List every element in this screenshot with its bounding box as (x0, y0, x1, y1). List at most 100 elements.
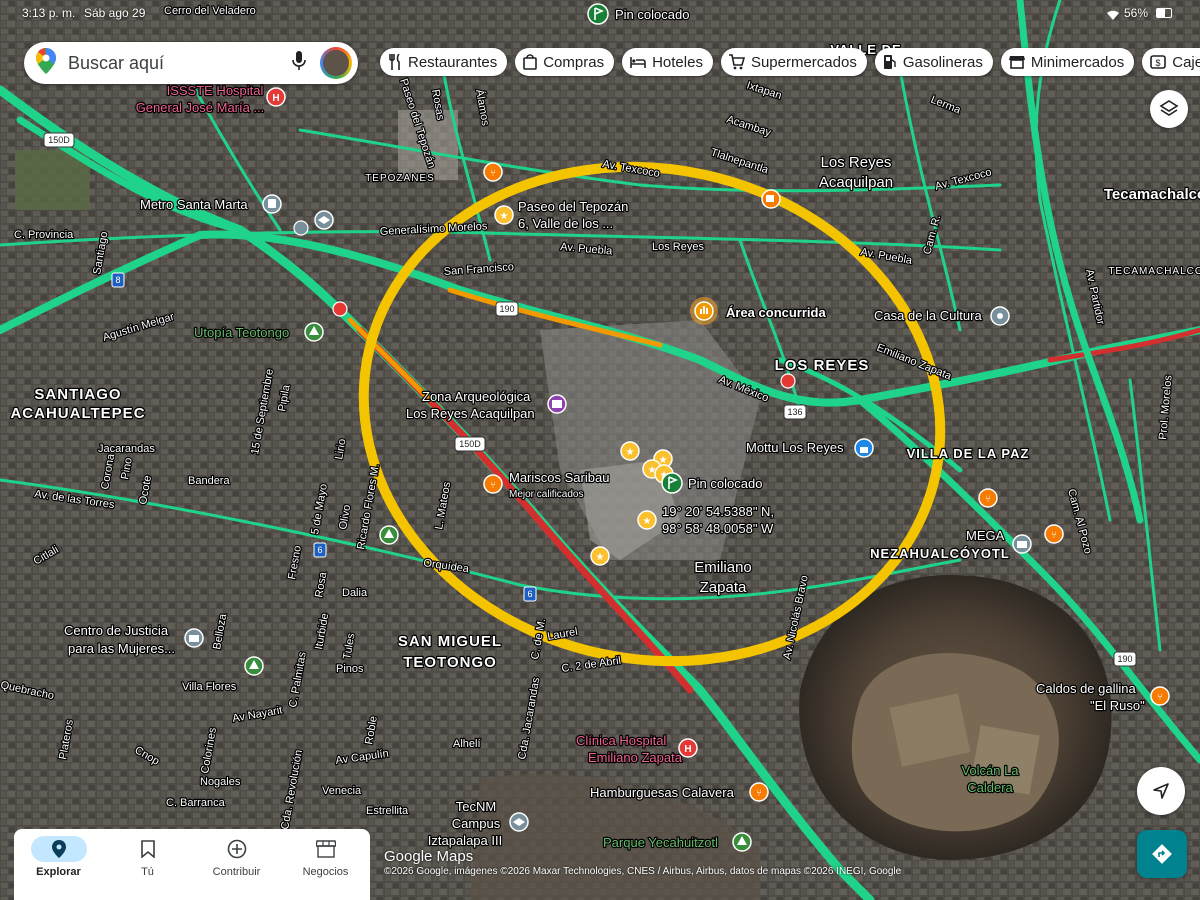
pin-flag-icon[interactable] (661, 472, 683, 494)
cart-icon (728, 54, 745, 70)
nav-explorar[interactable]: Explorar (14, 829, 103, 900)
svg-text:Parque Yecahuitzotl: Parque Yecahuitzotl (603, 835, 718, 850)
google-maps-logo: Google Maps (384, 848, 474, 865)
chip-minimercados[interactable]: Minimercados (1000, 48, 1135, 76)
landmark-icon[interactable] (990, 306, 1010, 326)
svg-text:Bandera: Bandera (188, 475, 230, 487)
google-maps-pin-icon (36, 47, 56, 79)
restaurant-icon[interactable]: ⑂ (978, 488, 998, 508)
busy-area-icon[interactable] (690, 297, 718, 325)
copyright-text: ©2026 Google, imágenes ©2026 Maxar Techn… (384, 866, 902, 877)
svg-text:C. Barranca: C. Barranca (166, 797, 226, 809)
restaurant-icon[interactable]: ⑂ (483, 474, 503, 494)
directions-button[interactable] (1137, 830, 1187, 878)
svg-text:TecNM: TecNM (456, 799, 496, 814)
star-icon[interactable]: ★ (590, 546, 610, 566)
label-acahualtepec: ACAHUALTEPEC (10, 405, 145, 422)
train-icon[interactable] (293, 220, 309, 236)
chip-restaurantes[interactable]: Restaurantes (380, 48, 508, 76)
label-san-miguel: SAN MIGUEL (398, 633, 502, 650)
chip-hoteles[interactable]: Hoteles (622, 48, 713, 76)
svg-text:Emiliano Zapata: Emiliano Zapata (588, 750, 683, 765)
nav-tu[interactable]: Tú (103, 829, 192, 900)
nav-contribuir[interactable]: Contribuir (192, 829, 281, 900)
svg-text:para las Mujeres...: para las Mujeres... (68, 641, 175, 656)
svg-text:★: ★ (626, 447, 635, 458)
svg-text:150D: 150D (48, 135, 70, 145)
svg-text:190: 190 (1117, 654, 1132, 664)
search-input[interactable]: Buscar aquí (68, 53, 292, 74)
star-icon[interactable]: ★ (637, 510, 657, 530)
svg-text:190: 190 (499, 304, 514, 314)
park-icon[interactable] (732, 832, 752, 852)
svg-text:Volcán La: Volcán La (961, 763, 1019, 778)
nav-negocios[interactable]: Negocios (281, 829, 370, 900)
satellite-map[interactable]: 150D 150D 190 190 136 8 6 6 SANTIAGO ACA… (0, 0, 1200, 900)
svg-text:★: ★ (500, 211, 509, 222)
star-icon[interactable]: ★ (620, 441, 640, 461)
shield-190: 190 (495, 301, 519, 317)
svg-text:6, Valle de los ...: 6, Valle de los ... (518, 216, 613, 231)
status-date: Sáb ago 29 (84, 6, 146, 20)
star-icon[interactable]: ★ (494, 205, 514, 225)
chip-supermercados[interactable]: Supermercados (720, 48, 867, 76)
school-icon[interactable] (509, 812, 529, 832)
shield-190-b: 190 (1113, 651, 1137, 667)
pin-flag-icon[interactable] (587, 3, 609, 25)
park-icon[interactable] (304, 322, 324, 342)
bed-icon (630, 57, 646, 68)
park-icon[interactable] (244, 656, 264, 676)
restaurant-icon[interactable]: ⑂ (1150, 686, 1170, 706)
svg-text:"El Ruso": "El Ruso" (1090, 698, 1145, 713)
label-zapata: Zapata (700, 579, 747, 596)
shield-6: 6 (313, 542, 327, 558)
svg-text:H: H (272, 93, 279, 104)
my-location-button[interactable] (1137, 767, 1185, 815)
metro-icon[interactable] (262, 194, 282, 214)
svg-text:Clínica Hospital: Clínica Hospital (576, 733, 666, 748)
hospital-icon[interactable]: H (266, 87, 286, 107)
avatar[interactable] (320, 47, 352, 79)
restaurant-icon[interactable]: ⑂ (483, 162, 503, 182)
shopping-bag-icon (523, 54, 538, 70)
museum-icon[interactable] (547, 394, 567, 414)
train-icon[interactable] (332, 301, 348, 317)
label-tecamachalco: Tecamachalco (1104, 186, 1200, 203)
restaurant-icon[interactable]: ⑂ (1044, 524, 1064, 544)
hospital-icon[interactable]: H (678, 738, 698, 758)
status-battery: 56% (1124, 6, 1149, 20)
atm-icon: $ (1150, 55, 1167, 69)
svg-text:Estrellita: Estrellita (366, 805, 409, 817)
lock-icon[interactable] (854, 438, 874, 458)
label-emiliano: Emiliano (694, 559, 752, 576)
label-tepozanes: TEPOZANES (365, 173, 435, 184)
school-icon[interactable] (314, 210, 334, 230)
svg-text:Utopía Teotongo: Utopía Teotongo (194, 325, 289, 340)
store-icon (1008, 56, 1025, 69)
svg-text:Mottu Los Reyes: Mottu Los Reyes (746, 440, 844, 455)
government-icon[interactable] (184, 628, 204, 648)
svg-text:Centro de Justicia: Centro de Justicia (64, 623, 169, 638)
svg-text:Dalia: Dalia (342, 587, 368, 599)
cafe-icon[interactable] (761, 189, 781, 209)
search-bar[interactable]: Buscar aquí (24, 42, 358, 84)
svg-text:Pinos: Pinos (336, 663, 364, 675)
svg-text:Venecia: Venecia (322, 785, 362, 797)
shop-icon[interactable] (1012, 534, 1032, 554)
shield-8: 8 (111, 272, 125, 288)
park-icon[interactable] (379, 525, 399, 545)
chip-gasolineras[interactable]: Gasolineras (874, 48, 993, 76)
svg-text:150D: 150D (459, 439, 481, 449)
svg-text:⑂: ⑂ (1157, 692, 1163, 703)
chip-cajeros[interactable]: $ Caje (1142, 48, 1200, 76)
chip-compras[interactable]: Compras (515, 48, 615, 76)
label-neza: NEZAHUALCÓYOTL (870, 546, 1010, 561)
svg-text:Casa de la Cultura: Casa de la Cultura (874, 308, 982, 323)
svg-text:136: 136 (787, 407, 802, 417)
layers-button[interactable] (1150, 90, 1188, 128)
restaurant-icon[interactable]: ⑂ (749, 782, 769, 802)
add-circle-icon (227, 839, 246, 859)
train-icon[interactable] (780, 373, 796, 389)
volcano-caldera (799, 574, 1112, 860)
mic-icon[interactable] (292, 50, 306, 76)
